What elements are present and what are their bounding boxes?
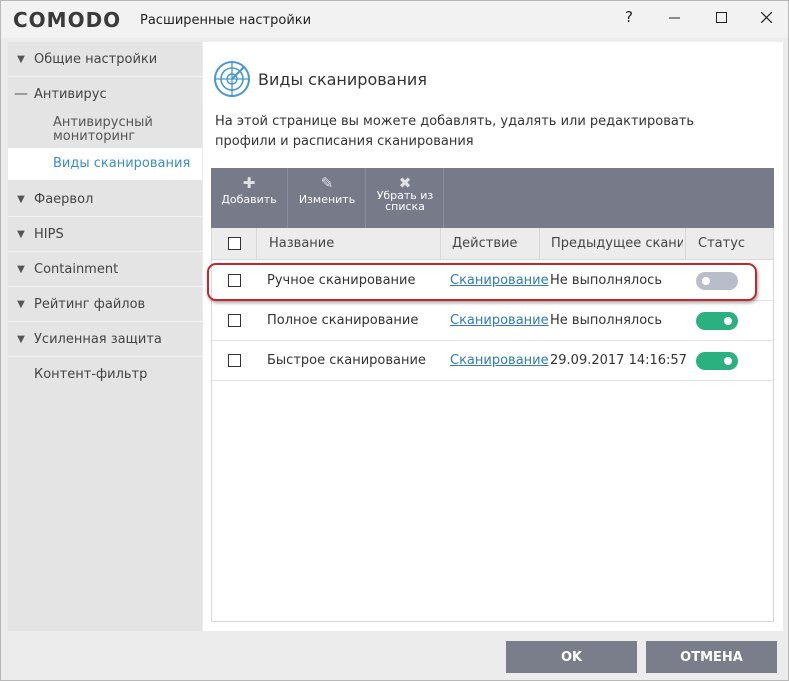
column-header-previous-scan[interactable]: Предыдущее скани... [551,228,683,260]
chevron-down-icon: ▼ [17,193,25,205]
sidebar-item-label: Виды сканирования [53,156,191,171]
sidebar-item-label: Общие настройки [34,51,158,67]
scan-link[interactable]: Сканирование [450,353,549,368]
sidebar-item-hips[interactable]: ▼ HIPS [8,217,202,251]
sidebar-item-antivirus[interactable]: — Антивирус [8,77,202,111]
minimize-icon [668,17,680,18]
window-title: Расширенные настройки [140,13,312,28]
sidebar-item-label: Антивирусный [53,115,153,130]
ok-button[interactable]: OK [506,641,637,673]
previous-scan-value: 29.09.2017 14:16:57 [550,353,687,368]
profile-name: Быстрое сканирование [267,353,426,368]
main-panel: Виды сканирования На этой странице вы мо… [203,42,783,631]
title-bar: COMODO Расширенные настройки ? [1,1,788,38]
row-highlight-annotation [207,263,757,301]
minimize-button[interactable] [651,1,697,33]
table-row[interactable]: Полное сканирование Сканирование Не выпо… [212,301,773,341]
edit-button[interactable]: ✎ Изменить [289,168,366,228]
select-all-checkbox[interactable] [228,237,241,250]
remove-icon: ✖ [398,174,412,192]
comodo-logo: COMODO [13,8,122,32]
chevron-down-icon: ▼ [17,53,25,65]
remove-button[interactable]: ✖ Убрать из списка [367,168,444,228]
page-title: Виды сканирования [258,70,427,89]
table-row[interactable]: Быстрое сканирование Сканирование 29.09.… [212,341,773,381]
add-button[interactable]: ✚ Добавить [211,168,288,228]
sidebar-item-firewall[interactable]: ▼ Фаервол [8,182,202,216]
column-header-action[interactable]: Действие [452,228,517,260]
close-button[interactable] [743,1,789,33]
help-button[interactable]: ? [606,1,652,33]
sidebar-item-av-monitoring[interactable]: Антивирусный мониторинг [8,116,202,144]
sidebar-item-label: Containment [34,261,119,277]
pencil-icon: ✎ [320,174,334,192]
previous-scan-value: Не выполнялось [550,313,662,328]
toolbar: ✚ Добавить ✎ Изменить ✖ Убрать из списка [211,168,774,228]
sidebar-item-label: Усиленная защита [34,331,162,347]
table-header: Название Действие Предыдущее скани... Ст… [212,228,773,260]
sidebar-item-enhanced-protection[interactable]: ▼ Усиленная защита [8,322,202,356]
column-header-name[interactable]: Название [269,228,334,260]
sidebar-item-scan-types[interactable]: Виды сканирования [8,148,202,180]
sidebar: ▼ Общие настройки — Антивирус Антивирусн… [8,42,202,631]
chevron-down-icon: ▼ [17,333,25,345]
status-toggle-on[interactable] [696,312,738,330]
sidebar-item-containment[interactable]: ▼ Containment [8,252,202,286]
plus-icon: ✚ [242,174,256,192]
profile-name: Полное сканирование [267,313,419,328]
scan-link[interactable]: Сканирование [450,313,549,328]
sidebar-item-label: мониторинг [53,129,136,144]
column-header-status[interactable]: Статус [698,228,745,260]
sidebar-item-label: Рейтинг файлов [34,296,146,312]
sidebar-item-file-rating[interactable]: ▼ Рейтинг файлов [8,287,202,321]
close-icon [760,11,772,23]
chevron-down-icon: ▼ [17,263,25,275]
sidebar-item-label: Антивирус [34,86,107,102]
sidebar-item-content-filter[interactable]: Контент-фильтр [8,357,202,391]
sidebar-item-general[interactable]: ▼ Общие настройки [8,42,202,76]
row-checkbox[interactable] [228,354,241,367]
status-toggle-on[interactable] [696,352,738,370]
maximize-button[interactable] [698,1,744,33]
radar-scan-icon [214,61,250,97]
sidebar-item-label: Фаервол [34,191,94,207]
sidebar-item-label: HIPS [34,226,64,242]
row-checkbox[interactable] [228,314,241,327]
collapse-icon: — [14,86,28,102]
cancel-button[interactable]: ОТМЕНА [646,641,777,673]
page-description: На этой странице вы можете добавлять, уд… [215,114,695,149]
chevron-down-icon: ▼ [17,298,25,310]
maximize-icon [715,11,727,23]
sidebar-item-label: Контент-фильтр [34,366,148,382]
settings-window: COMODO Расширенные настройки ? ▼ Общие н… [0,0,789,681]
chevron-down-icon: ▼ [17,228,25,240]
